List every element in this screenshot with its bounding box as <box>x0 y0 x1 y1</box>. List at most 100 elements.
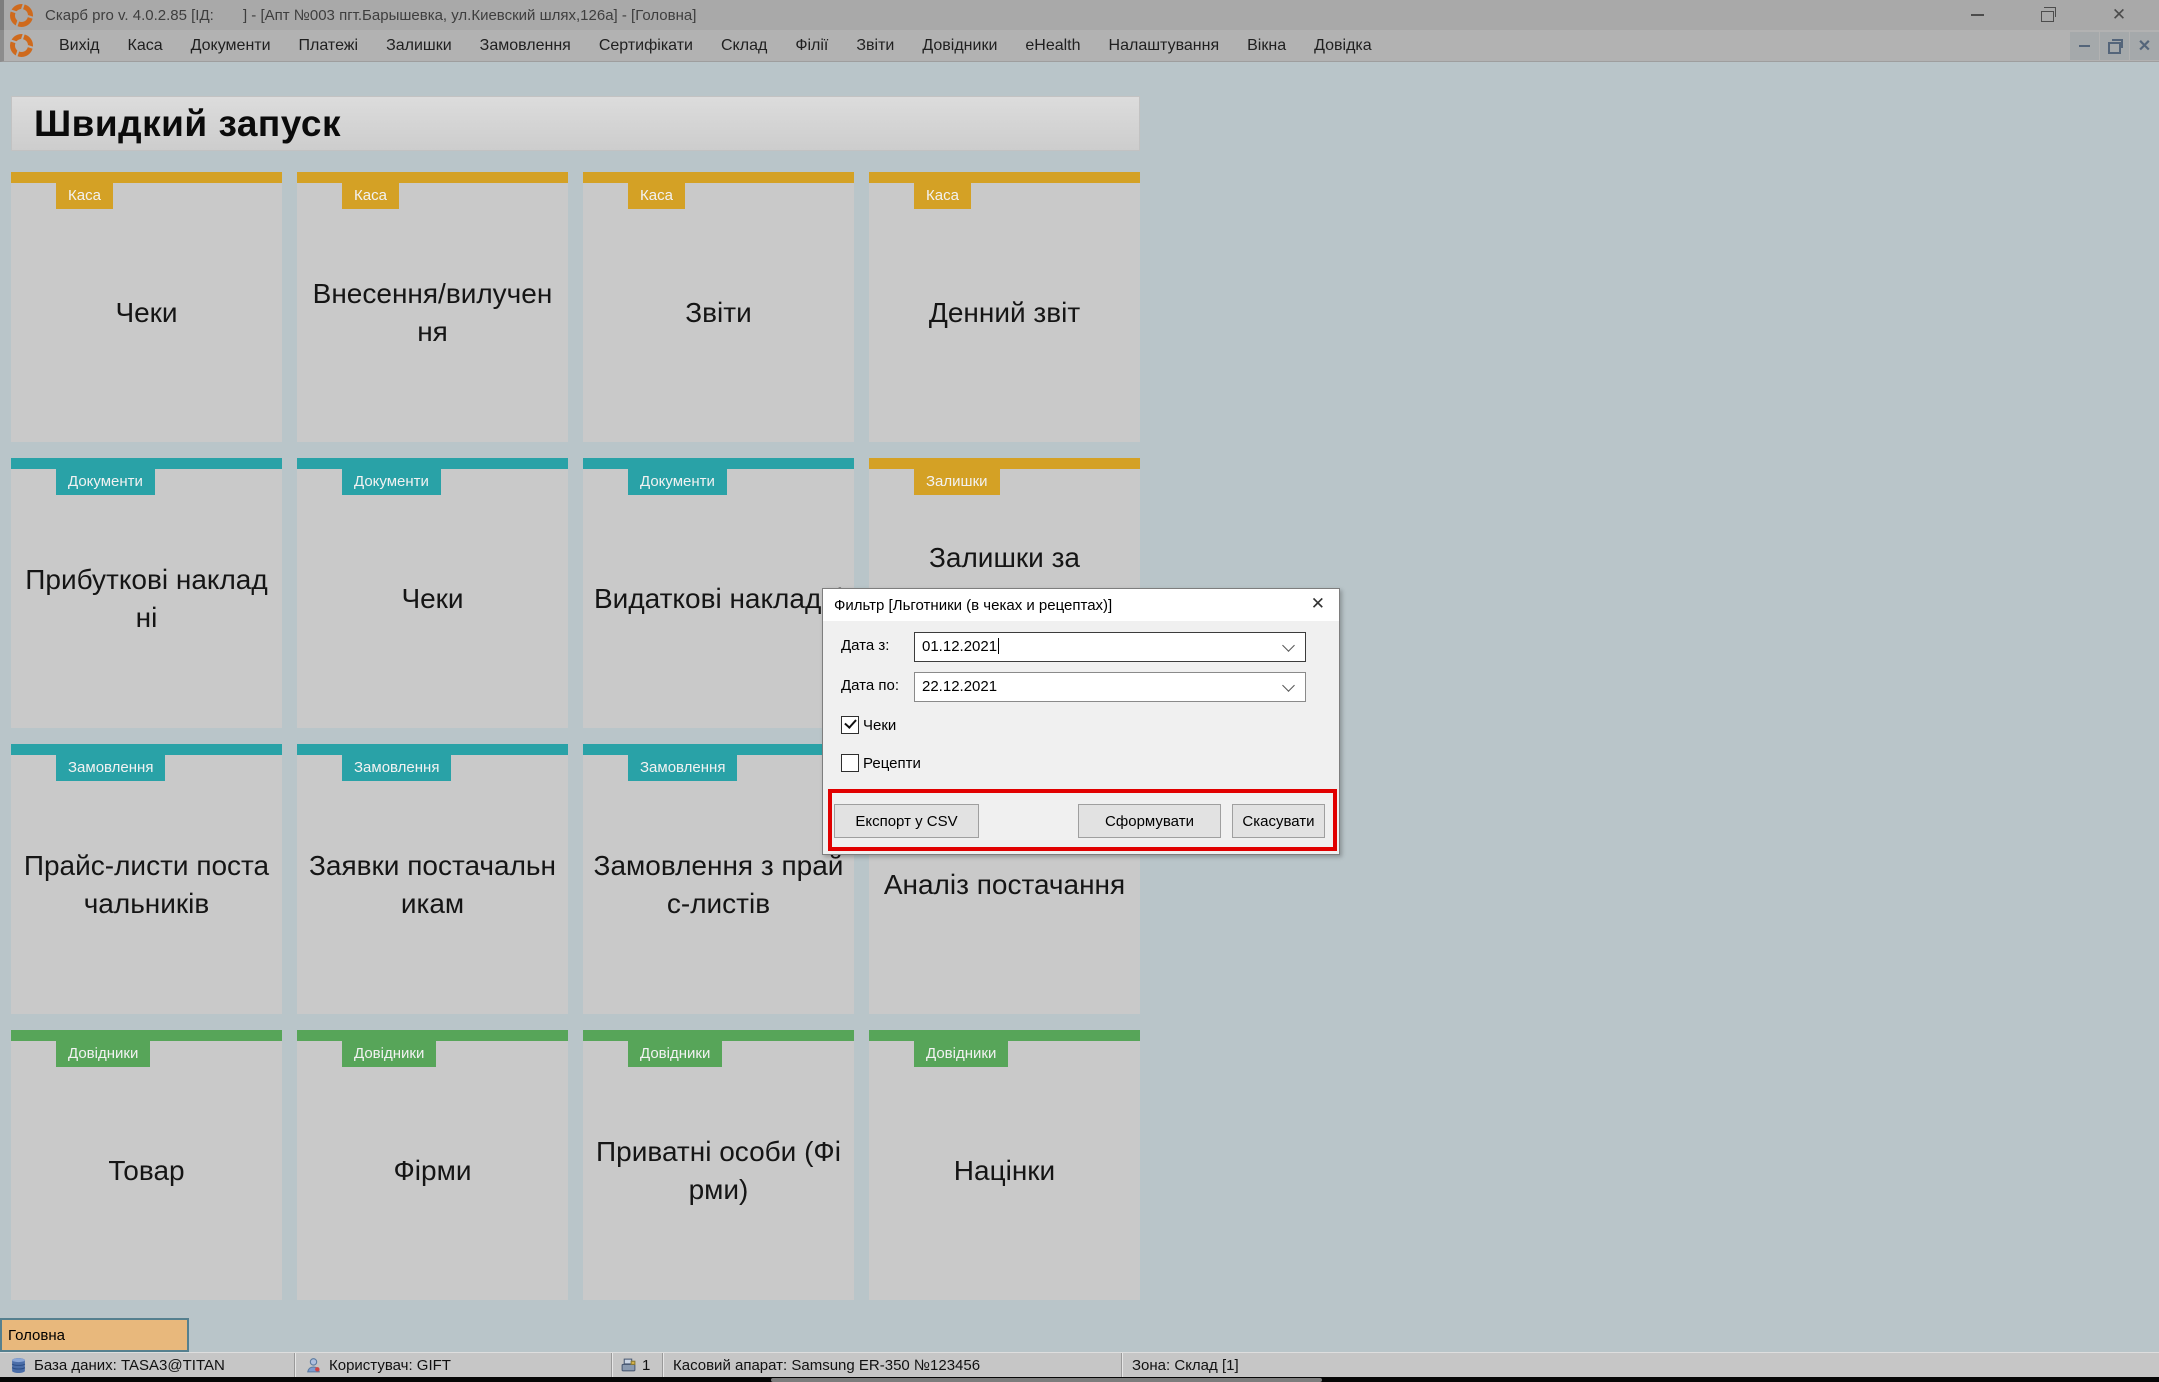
tile[interactable]: ДокументиЧеки <box>297 458 568 728</box>
status-register: Касовий апарат: Samsung ER-350 №123456 <box>663 1353 1122 1377</box>
tile[interactable]: ЗамовленняЗамовлення з прайс-листів <box>583 744 854 1014</box>
menu-app-logo-icon <box>10 34 33 57</box>
tile-category-bar <box>583 1030 854 1041</box>
tile[interactable]: ЗамовленняПрайс-листи постачальників <box>11 744 282 1014</box>
date-to-combobox[interactable]: 22.12.2021 <box>914 672 1306 702</box>
tile[interactable]: КасаВнесення/вилучення <box>297 172 568 442</box>
tab-label: Головна <box>8 1327 65 1344</box>
tile-category-bar <box>297 1030 568 1041</box>
tile-label: Приватні особи (Фірми) <box>583 1041 854 1300</box>
tile-label: Чеки <box>297 469 568 728</box>
menu-item-9[interactable]: Звіти <box>842 37 908 55</box>
tile[interactable]: ДокументиВидаткові накладні <box>583 458 854 728</box>
menu-item-5[interactable]: Замовлення <box>466 37 585 55</box>
window-titlebar: Скарб pro v. 4.0.2.85 [ІД: ] - [Апт №003… <box>0 0 2159 30</box>
tile[interactable]: ДовідникиФірми <box>297 1030 568 1300</box>
screen-bottom-strip <box>0 1377 2159 1382</box>
tile[interactable]: ДовідникиТовар <box>11 1030 282 1300</box>
window-minimize-icon[interactable] <box>1955 0 1999 30</box>
filter-dialog-titlebar[interactable]: Фильтр [Льготники (в чеках и рецептах)] … <box>823 589 1339 621</box>
menu-item-12[interactable]: Налаштування <box>1095 37 1234 55</box>
tile-label: Націнки <box>869 1041 1140 1300</box>
tile-category-bar <box>869 458 1140 469</box>
menu-item-3[interactable]: Платежі <box>285 37 373 55</box>
menu-item-8[interactable]: Філії <box>781 37 842 55</box>
menubar: ВихідКасаДокументиПлатежіЗалишкиЗамовлен… <box>0 30 2159 62</box>
checkbox-checked-icon[interactable] <box>841 716 859 734</box>
quick-launch-title: Швидкий запуск <box>12 103 341 145</box>
date-to-value: 22.12.2021 <box>922 678 997 695</box>
tile-label: Чеки <box>11 183 282 442</box>
menu-item-1[interactable]: Каса <box>114 37 177 55</box>
tile-label: Денний звіт <box>869 183 1140 442</box>
menu-item-7[interactable]: Склад <box>707 37 781 55</box>
tile[interactable]: ЗамовленняЗаявки постачальникам <box>297 744 568 1014</box>
tile-category-bar <box>583 744 854 755</box>
tile[interactable]: КасаДенний звіт <box>869 172 1140 442</box>
filter-dialog: Фильтр [Льготники (в чеках и рецептах)] … <box>822 588 1340 855</box>
chevron-down-icon[interactable] <box>1282 639 1295 652</box>
menu-item-2[interactable]: Документи <box>177 37 285 55</box>
tile-label: Замовлення з прайс-листів <box>583 755 854 1014</box>
dialog-close-icon[interactable]: ✕ <box>1311 594 1325 614</box>
menu-item-10[interactable]: Довідники <box>908 37 1011 55</box>
chevron-down-icon[interactable] <box>1282 679 1295 692</box>
checkbox-label: Рецепти <box>863 755 921 772</box>
menu-item-13[interactable]: Вікна <box>1233 37 1300 55</box>
generate-button[interactable]: Сформувати <box>1078 804 1221 838</box>
cash-register-icon <box>620 1357 637 1374</box>
statusbar: База даних: TASA3@TITAN Користувач: GIFT… <box>0 1352 2159 1377</box>
tile-label: Видаткові накладні <box>583 469 854 728</box>
status-zone-text: Зона: Склад [1] <box>1132 1357 1239 1374</box>
date-from-value: 01.12.2021 <box>922 638 997 655</box>
date-from-label: Дата з: <box>841 637 889 654</box>
app-logo-icon <box>10 4 33 27</box>
tile[interactable]: КасаЧеки <box>11 172 282 442</box>
tile-label: Фірми <box>297 1041 568 1300</box>
status-register-count-text: 1 <box>642 1357 650 1374</box>
tile-category-bar <box>297 172 568 183</box>
tile[interactable]: ДокументиПрибуткові накладні <box>11 458 282 728</box>
tile-label: Звіти <box>583 183 854 442</box>
tile-category-bar <box>11 458 282 469</box>
tile-category-bar <box>583 458 854 469</box>
tile-label: Товар <box>11 1041 282 1300</box>
checkbox-unchecked-icon[interactable] <box>841 754 859 772</box>
window-restore-icon[interactable] <box>2025 0 2069 30</box>
status-zone: Зона: Склад [1] <box>1122 1353 2159 1377</box>
checkbox-row-cheky[interactable]: Чеки <box>841 716 896 734</box>
menu-item-0[interactable]: Вихід <box>45 37 114 55</box>
cancel-button[interactable]: Скасувати <box>1232 804 1325 838</box>
user-icon <box>305 1357 322 1374</box>
date-from-combobox[interactable]: 01.12.2021 <box>914 632 1306 662</box>
window-controls: ✕ <box>1929 0 2159 30</box>
mdi-minimize-icon[interactable] <box>2069 32 2099 60</box>
status-database: База даних: TASA3@TITAN <box>0 1353 295 1377</box>
menu-item-4[interactable]: Залишки <box>372 37 466 55</box>
database-icon <box>10 1357 27 1374</box>
tile[interactable]: КасаЗвіти <box>583 172 854 442</box>
quick-launch-header: Швидкий запуск <box>11 96 1140 151</box>
menu-item-11[interactable]: eHealth <box>1011 37 1094 55</box>
checkbox-label: Чеки <box>863 717 896 734</box>
menu-item-6[interactable]: Сертифікати <box>585 37 707 55</box>
tile-label: Прайс-листи постачальників <box>11 755 282 1014</box>
export-csv-button[interactable]: Експорт у CSV <box>834 804 979 838</box>
date-to-label: Дата по: <box>841 677 899 694</box>
tile-category-bar <box>297 458 568 469</box>
tile-category-bar <box>869 1030 1140 1041</box>
mdi-close-icon[interactable]: ✕ <box>2129 32 2159 60</box>
menu-item-14[interactable]: Довідка <box>1300 37 1386 55</box>
tile-category-bar <box>297 744 568 755</box>
status-register-text: Касовий апарат: Samsung ER-350 №123456 <box>673 1357 980 1374</box>
status-database-text: База даних: TASA3@TITAN <box>34 1357 225 1374</box>
mdi-restore-icon[interactable] <box>2099 32 2129 60</box>
tile-category-bar <box>11 744 282 755</box>
checkbox-row-retsepty[interactable]: Рецепти <box>841 754 921 772</box>
window-close-icon[interactable]: ✕ <box>2097 0 2141 30</box>
tile[interactable]: ДовідникиНацінки <box>869 1030 1140 1300</box>
status-user-text: Користувач: GIFT <box>329 1357 451 1374</box>
tab-holovna[interactable]: Головна <box>0 1318 189 1352</box>
tile[interactable]: ДовідникиПриватні особи (Фірми) <box>583 1030 854 1300</box>
tile-category-bar <box>583 172 854 183</box>
